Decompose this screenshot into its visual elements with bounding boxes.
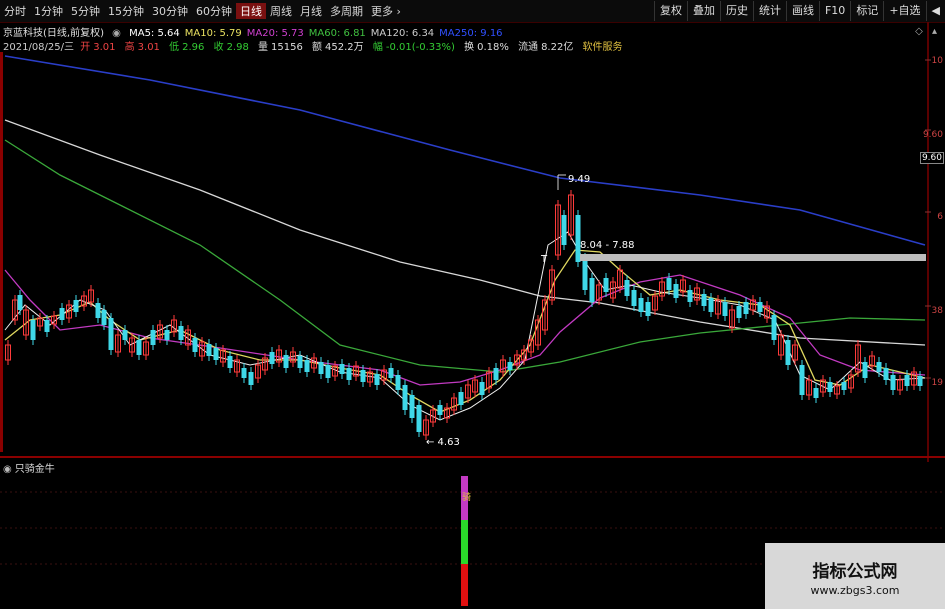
candle-body (241, 368, 247, 378)
candle-body (388, 368, 394, 378)
indicator-title: ◉ 只骑金牛 (3, 460, 55, 475)
candle-body (479, 382, 485, 395)
candle-body (862, 362, 868, 378)
axis-label: 10 (931, 56, 943, 66)
candle-body (701, 294, 707, 306)
candle-body (73, 300, 79, 312)
candle-body (409, 395, 415, 418)
candle-body (248, 372, 254, 385)
candle-body (178, 326, 184, 340)
trough-label: ← 4.63 (426, 437, 460, 448)
candle-body (743, 302, 749, 314)
candle-body (883, 368, 889, 380)
candle-body (30, 320, 36, 340)
candle-body (890, 375, 896, 390)
candle-body (631, 290, 637, 306)
candle-body (437, 405, 443, 415)
candle-body (687, 290, 693, 302)
candle-body (638, 298, 644, 312)
candle-body (374, 374, 380, 385)
candle-body (458, 392, 464, 405)
candle-body (904, 375, 910, 386)
range-highlight (580, 254, 926, 261)
candle-body (757, 302, 763, 312)
candle-body (101, 310, 107, 325)
axis-label: 38 (931, 306, 943, 316)
candle-body (722, 302, 728, 316)
candle-body (346, 368, 352, 380)
candle-body (283, 355, 289, 368)
axis-label: 9.60 (922, 130, 943, 140)
candle-body (269, 352, 275, 364)
t-marker: T (540, 254, 548, 265)
candle-body (416, 405, 422, 432)
candle-body (192, 338, 198, 352)
watermark-title: 指标公式网 (812, 562, 898, 582)
candle-body (325, 365, 331, 378)
candle-body (917, 376, 923, 386)
indicator-bar-label: 骑 (462, 491, 471, 503)
candle-body (666, 278, 672, 290)
candle-body (624, 280, 630, 296)
candle-body (708, 298, 714, 312)
candle-body (297, 356, 303, 368)
candle-body (561, 215, 567, 245)
candle-body (164, 330, 170, 340)
indicator-bar-green (461, 520, 468, 564)
candle-body (493, 368, 499, 380)
candle-body (402, 385, 408, 410)
candle-body (360, 370, 366, 382)
panel-separator[interactable] (0, 456, 945, 458)
candle-body (213, 348, 219, 360)
candle-body (507, 362, 513, 370)
candle-body (318, 362, 324, 374)
range-label: 8.04 - 7.88 (580, 240, 635, 251)
candle-body (395, 375, 401, 390)
candle-body (122, 330, 128, 340)
indicator-name: 只骑金牛 (14, 464, 55, 475)
candle-body (589, 278, 595, 302)
candle-body (673, 284, 679, 298)
candle-body (799, 365, 805, 395)
candle-body (150, 330, 156, 345)
axis-label: 19 (931, 378, 943, 388)
candle-body (582, 258, 588, 290)
price-tag: 9.60 (919, 152, 944, 164)
candle-body (108, 318, 114, 350)
price-chart[interactable]: 9.49 ← 4.63 8.04 - 7.88 T 骑 (0, 0, 945, 609)
peak-label: 9.49 (568, 174, 590, 185)
candle-body (827, 382, 833, 392)
ma20-line (4, 269, 926, 386)
candle-body (876, 362, 882, 372)
candle-body (785, 340, 791, 365)
candle-body (603, 278, 609, 292)
candle-body (17, 295, 23, 310)
settings-icon[interactable]: ◉ (3, 464, 12, 475)
candle-body (575, 215, 581, 262)
candle-body (59, 308, 65, 320)
candle-body (771, 315, 777, 340)
candle-body (227, 356, 233, 368)
candle-body (645, 302, 651, 316)
candle-body (44, 320, 50, 332)
axis-label: 6 (937, 212, 943, 222)
candle-body (736, 306, 742, 318)
candle-body (339, 364, 345, 374)
candle-body (304, 360, 310, 372)
candle-body (136, 340, 142, 355)
indicator-bar-red (461, 564, 468, 606)
candle-body (841, 382, 847, 390)
watermark: 指标公式网 www.zbgs3.com (765, 543, 945, 609)
candle-body (95, 303, 101, 318)
watermark-url: www.zbgs3.com (810, 584, 900, 597)
candle-body (206, 344, 212, 356)
candle-body (813, 388, 819, 398)
